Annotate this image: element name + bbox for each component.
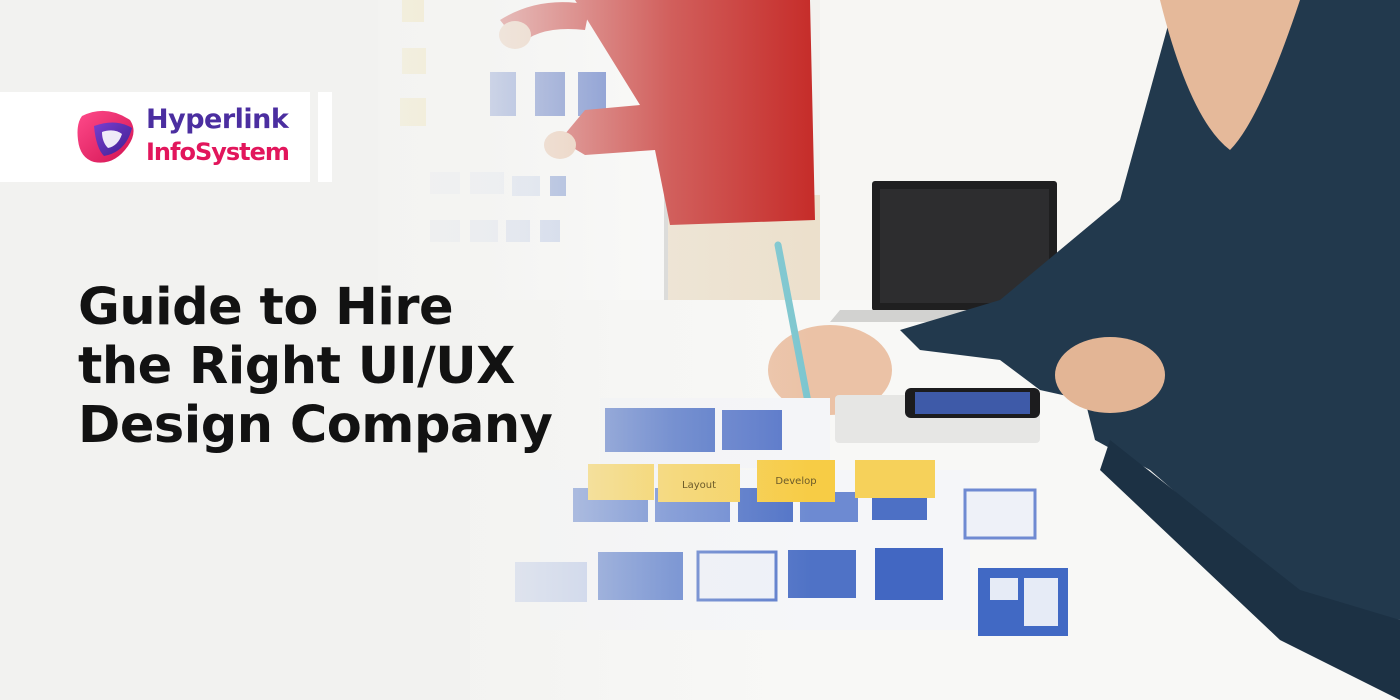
banner: Hyperlink InfoSystem Guide to Hire the R… [0, 0, 1400, 700]
sticky-note-label: Develop [775, 476, 816, 487]
sticky-note-label: Layout [682, 480, 716, 491]
sticky-note-labels: Layout Develop [682, 476, 817, 491]
